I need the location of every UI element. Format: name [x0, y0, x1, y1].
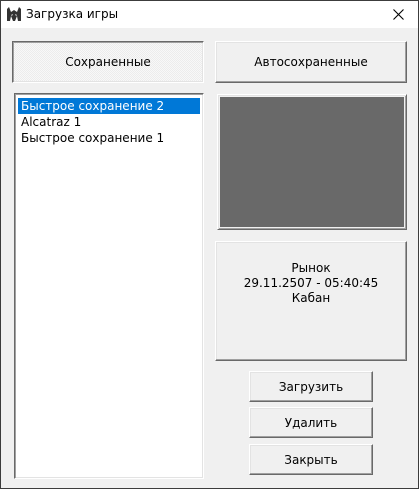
load-button[interactable]: Загрузить — [249, 371, 373, 402]
load-button-label: Загрузить — [278, 379, 344, 394]
save-character: Кабан — [291, 291, 331, 305]
window-title: Загрузка игры — [26, 7, 119, 21]
save-info-panel: Рынок 29.11.2507 - 05:40:45 Кабан — [215, 241, 407, 361]
close-icon[interactable] — [384, 4, 412, 24]
list-item[interactable]: Alcatraz 1 — [18, 114, 200, 130]
close-button[interactable]: Закрыть — [249, 444, 373, 475]
list-item-label: Alcatraz 1 — [21, 115, 82, 129]
list-item[interactable]: Быстрое сохранение 1 — [18, 130, 200, 146]
title-bar[interactable]: Загрузка игры — [1, 1, 418, 28]
delete-button-label: Удалить — [284, 415, 338, 430]
save-datetime: 29.11.2507 - 05:40:45 — [243, 276, 379, 290]
save-preview-image — [217, 94, 407, 230]
close-button-label: Закрыть — [284, 452, 338, 467]
tab-saved[interactable]: Сохраненные — [12, 41, 204, 83]
wolf-head-icon — [6, 6, 22, 22]
saves-list[interactable]: Быстрое сохранение 2 Alcatraz 1 Быстрое … — [14, 93, 204, 479]
tab-autosaved-label: Автосохраненные — [254, 55, 368, 69]
list-item-label: Быстрое сохранение 1 — [21, 131, 165, 145]
save-location: Рынок — [291, 261, 331, 275]
list-item-label: Быстрое сохранение 2 — [21, 99, 165, 113]
list-item[interactable]: Быстрое сохранение 2 — [18, 98, 200, 114]
tab-saved-label: Сохраненные — [65, 55, 151, 69]
tab-autosaved[interactable]: Автосохраненные — [215, 41, 407, 83]
delete-button[interactable]: Удалить — [249, 407, 373, 438]
load-game-window: Загрузка игры Сохраненные Автосохраненны… — [0, 0, 419, 489]
